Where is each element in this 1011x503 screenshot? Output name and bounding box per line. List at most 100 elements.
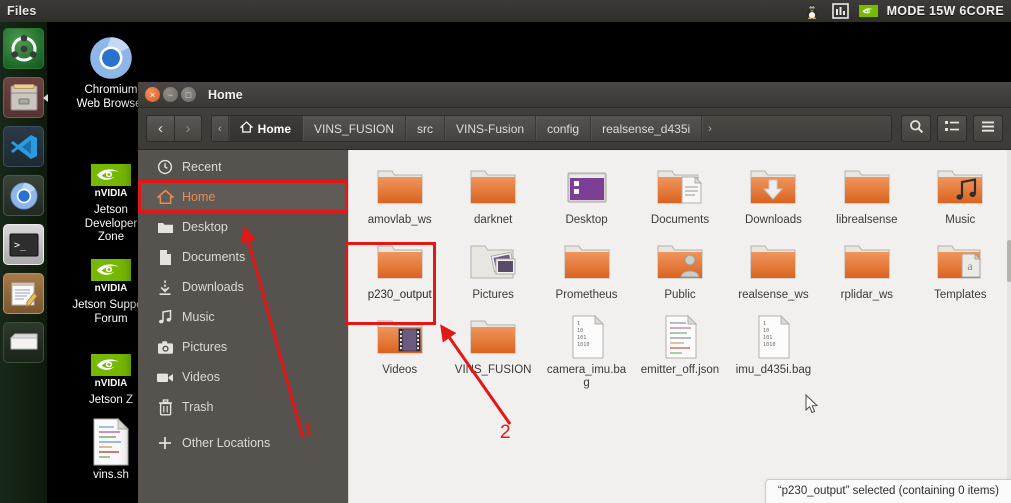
folder-desktop-icon (540, 162, 633, 212)
file-item[interactable]: Downloads (727, 158, 820, 227)
trash-icon (148, 398, 182, 416)
file-item[interactable]: Desktop (540, 158, 633, 227)
forward-button[interactable]: › (174, 115, 202, 142)
panel-app-title[interactable]: Files (0, 4, 37, 18)
search-button[interactable] (901, 115, 931, 142)
file-item[interactable]: amovlab_ws (353, 158, 446, 227)
minimize-button[interactable]: − (163, 87, 178, 102)
folder-icon (353, 162, 446, 212)
file-item[interactable]: Music (914, 158, 1007, 227)
sidebar-item-label: Desktop (182, 220, 228, 234)
sidebar-item-label: Other Locations (182, 436, 271, 450)
folder-downloads-icon (727, 162, 820, 212)
folder-pictures-icon (446, 237, 539, 287)
camera-icon (148, 340, 182, 355)
file-label: Videos (382, 364, 418, 376)
file-item[interactable]: librealsense (820, 158, 913, 227)
file-label: Downloads (744, 214, 802, 226)
scrollbar-thumb[interactable] (1007, 240, 1011, 282)
breadcrumb-item-vins-fusion-sub[interactable]: VINS-Fusion (445, 116, 537, 141)
top-panel: Files MODE 15W 6CORE (0, 0, 1011, 22)
file-item[interactable]: darknet (446, 158, 539, 227)
vertical-scrollbar[interactable] (1007, 150, 1011, 503)
file-item[interactable]: realsense_ws (727, 233, 820, 302)
launcher-item-disks[interactable] (1, 320, 46, 365)
sidebar-item-trash[interactable]: Trash (138, 392, 348, 422)
file-label: darknet (473, 214, 513, 226)
file-item[interactable]: Documents (633, 158, 726, 227)
document-icon (148, 249, 182, 266)
mouse-cursor (805, 393, 819, 419)
launcher-item-vscode[interactable] (1, 124, 46, 169)
sidebar-item-label: Music (182, 310, 215, 324)
file-item[interactable]: 1 10 101 1010 imu_d435i.bag (727, 308, 820, 390)
launcher-item-terminal[interactable]: >_ (1, 222, 46, 267)
sidebar-item-videos[interactable]: Videos (138, 362, 348, 392)
file-item[interactable]: a Templates (914, 233, 1007, 302)
svg-text:a: a (968, 259, 974, 273)
file-label: librealsense (836, 214, 898, 226)
breadcrumb-item-src[interactable]: src (406, 116, 446, 141)
breadcrumb: ‹ Home VINS_FUSION src VINS-Fusion confi… (211, 115, 892, 142)
sidebar-item-desktop[interactable]: Desktop (138, 212, 348, 242)
sidebar-item-other-locations[interactable]: Other Locations (138, 428, 348, 458)
view-options-button[interactable] (937, 115, 967, 142)
back-button[interactable]: ‹ (146, 115, 174, 142)
window-title: Home (208, 87, 243, 102)
svg-text:1010: 1010 (577, 342, 590, 348)
search-icon (909, 119, 924, 139)
close-button[interactable]: × (145, 87, 160, 102)
window-titlebar[interactable]: × − □ Home (138, 82, 1011, 108)
file-item[interactable]: Prometheus (540, 233, 633, 302)
menu-button[interactable] (973, 115, 1003, 142)
svg-text:>_: >_ (14, 240, 27, 251)
breadcrumb-more[interactable]: › (702, 116, 891, 141)
breadcrumb-item-home[interactable]: Home (228, 116, 304, 141)
file-label: Pictures (472, 289, 514, 301)
file-label: amovlab_ws (367, 214, 432, 226)
system-monitor-icon[interactable] (831, 3, 850, 20)
binary-file-icon: 1 10 101 1010 (727, 312, 820, 362)
file-label: rplidar_ws (840, 289, 894, 301)
text-file-icon (633, 312, 726, 362)
folder-music-icon (914, 162, 1007, 212)
launcher-item-files[interactable] (1, 75, 48, 120)
file-item[interactable]: Pictures (446, 233, 539, 302)
hamburger-menu-icon (980, 120, 996, 138)
penguin-icon[interactable] (803, 3, 822, 20)
file-item[interactable]: rplidar_ws (820, 233, 913, 302)
file-label: Prometheus (555, 289, 618, 301)
binary-file-icon: 1 10 101 1010 (540, 312, 633, 362)
annotation-number-2: 2 (500, 422, 511, 443)
file-item[interactable]: Public (633, 233, 726, 302)
status-bar-wrapper: “p230_output” selected (containing 0 ite… (764, 479, 1011, 503)
launcher-item-text-editor[interactable] (1, 271, 46, 316)
sidebar-item-music[interactable]: Music (138, 302, 348, 332)
file-item[interactable]: emitter_off.json (633, 308, 726, 390)
folder-icon (820, 237, 913, 287)
file-list-area[interactable]: amovlab_ws darknet Desktop Documents Dow… (348, 150, 1011, 503)
sidebar-item-pictures[interactable]: Pictures (138, 332, 348, 362)
breadcrumb-item-config[interactable]: config (536, 116, 592, 141)
nvidia-icon[interactable] (858, 3, 878, 20)
unity-launcher: >_ (0, 22, 48, 503)
launcher-item-chromium[interactable] (1, 173, 46, 218)
breadcrumb-item-realsense-d435i[interactable]: realsense_d435i (591, 116, 703, 141)
sidebar-item-label: Recent (182, 160, 222, 174)
file-item[interactable]: 1 10 101 1010 camera_imu.bag (540, 308, 633, 390)
file-manager-toolbar: ‹ › ‹ Home VINS_FUSION src VINS-Fusion c… (138, 108, 1011, 150)
maximize-button[interactable]: □ (181, 87, 196, 102)
svg-text:101: 101 (577, 335, 586, 341)
chromium-icon (72, 30, 150, 82)
power-mode-label[interactable]: MODE 15W 6CORE (887, 4, 1004, 18)
sidebar-item-downloads[interactable]: Downloads (138, 272, 348, 302)
breadcrumb-item-vins-fusion[interactable]: VINS_FUSION (303, 116, 407, 141)
launcher-item-ubuntu[interactable] (1, 26, 46, 71)
file-item[interactable]: VINS_FUSION (446, 308, 539, 390)
sidebar-item-recent[interactable]: Recent (138, 152, 348, 182)
video-icon (148, 371, 182, 384)
folder-icon (540, 237, 633, 287)
breadcrumb-overflow[interactable]: ‹ (212, 116, 229, 141)
sidebar-item-label: Downloads (182, 280, 244, 294)
sidebar-item-documents[interactable]: Documents (138, 242, 348, 272)
